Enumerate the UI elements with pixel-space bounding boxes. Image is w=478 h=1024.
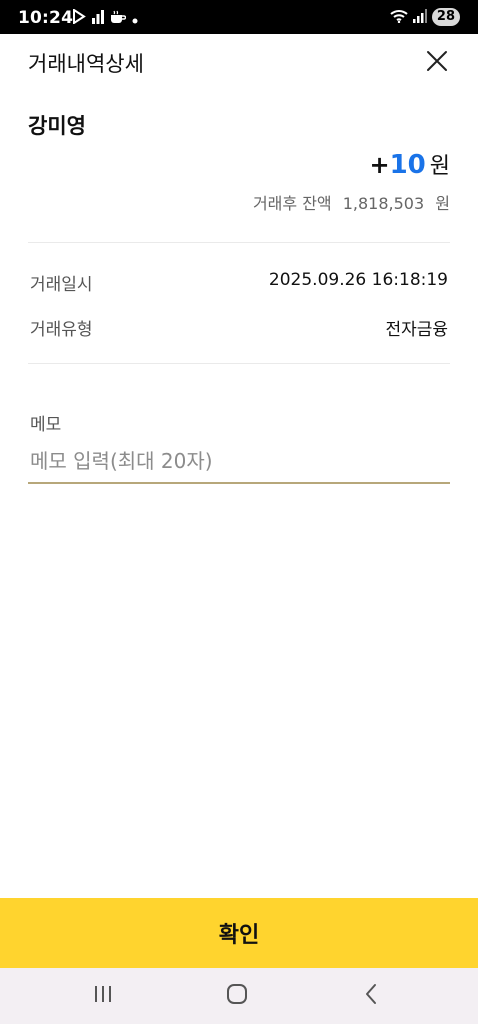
transaction-datetime-label: 거래일시 [30,275,93,295]
cell-signal-icon [412,8,427,27]
signal-bars-icon [92,9,104,28]
notification-icons [72,7,138,28]
home-button[interactable] [222,982,252,1010]
status-bar: 10:24 28 [0,0,478,34]
balance-after: 거래후 잔액 1,818,503 원 [253,190,450,214]
recent-apps-icon [93,985,113,1007]
account-holder-name: 강미영 [28,114,86,138]
system-status-icons: 28 [390,8,460,26]
amount-sign: + [369,151,390,179]
recent-apps-button[interactable] [88,982,118,1010]
status-time: 10:24 [18,8,74,28]
coffee-cup-icon [110,9,127,28]
close-button[interactable] [426,50,448,72]
divider [28,242,450,243]
divider [28,363,450,364]
close-icon [426,51,448,76]
transaction-amount: + 10 원 [369,148,450,180]
balance-label: 거래후 잔액 [252,194,332,213]
back-icon [364,983,378,1009]
transaction-type-label: 거래유형 [30,320,93,340]
navigation-bar [0,968,478,1024]
memo-label: 메모 [30,415,62,435]
page-title: 거래내역상세 [28,52,144,76]
balance-value: 1,818,503 [342,194,425,213]
play-store-icon [72,7,86,28]
transaction-datetime-value: 2025.09.26 16:18:19 [268,270,448,290]
back-button[interactable] [356,982,386,1010]
memo-input[interactable] [28,440,450,484]
home-icon [226,983,248,1009]
balance-unit: 원 [435,194,450,213]
transaction-type-value: 전자금융 [385,320,448,340]
confirm-button[interactable]: 확인 [0,898,478,968]
battery-icon: 28 [431,8,460,26]
wifi-icon [390,8,408,27]
amount-unit: 원 [429,154,450,179]
dot-icon [132,9,138,28]
amount-value: 10 [389,150,426,180]
